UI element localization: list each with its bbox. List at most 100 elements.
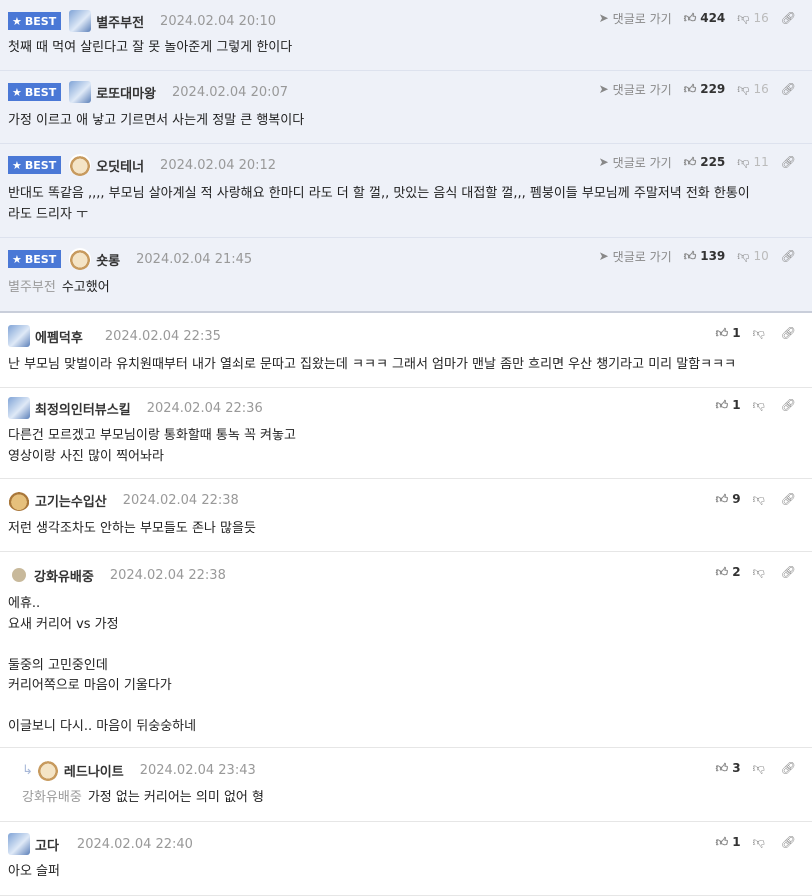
link-icon: 🔗︎ bbox=[780, 565, 796, 579]
author-nickname[interactable]: 별주부전 bbox=[96, 12, 144, 31]
author-nickname[interactable]: 고다 bbox=[35, 835, 59, 854]
comment: 강화유배중 2024.02.04 22:38 👍︎ 2 👎︎ 🔗︎ 에휴.. 요새… bbox=[0, 552, 812, 748]
thumbs-down-icon: 👎︎ bbox=[737, 10, 750, 25]
avatar[interactable] bbox=[36, 759, 59, 781]
goto-comment-link[interactable]: ➤ 댓글로 가기 bbox=[599, 154, 672, 171]
dislike-button[interactable]: 👎︎ bbox=[753, 835, 769, 850]
best-badge-label: BEST bbox=[24, 158, 57, 172]
like-button[interactable]: 👍︎ 225 bbox=[684, 155, 726, 170]
share-link-button[interactable]: 🔗︎ bbox=[781, 249, 800, 263]
avatar[interactable] bbox=[69, 81, 92, 103]
author-nickname[interactable]: 레드나이트 bbox=[64, 761, 124, 780]
like-button[interactable]: 👍︎ 3 bbox=[716, 761, 741, 776]
avatar[interactable] bbox=[8, 325, 30, 347]
share-link-button[interactable]: 🔗︎ bbox=[781, 398, 800, 412]
share-link-button[interactable]: 🔗︎ bbox=[781, 82, 800, 96]
send-icon: ➤ bbox=[598, 249, 609, 263]
dislike-button[interactable]: 👎︎ 10 bbox=[737, 249, 768, 264]
avatar[interactable] bbox=[12, 568, 26, 582]
dislike-button[interactable]: 👎︎ 16 bbox=[737, 11, 768, 26]
dislike-button[interactable]: 👎︎ bbox=[753, 761, 769, 776]
dislike-button[interactable]: 👎︎ bbox=[753, 492, 769, 507]
share-link-button[interactable]: 🔗︎ bbox=[781, 155, 800, 169]
comment-line: 영상이랑 사진 많이 찍어놔라 bbox=[8, 448, 164, 464]
comment-text: 다른건 모르겠고 부모님이랑 통화할때 통녹 꼭 켜놓고 영상이랑 사진 많이 … bbox=[8, 426, 296, 467]
like-button[interactable]: 👍︎ 139 bbox=[684, 249, 726, 264]
goto-comment-link[interactable]: ➤ 댓글로 가기 bbox=[599, 81, 672, 98]
like-count: 2 bbox=[732, 565, 741, 579]
goto-comment-link[interactable]: ➤ 댓글로 가기 bbox=[599, 10, 672, 27]
like-button[interactable]: 👍︎ 1 bbox=[716, 835, 741, 850]
share-link-button[interactable]: 🔗︎ bbox=[781, 11, 800, 25]
comment-text: 아오 슬퍼 bbox=[8, 864, 60, 879]
avatar[interactable] bbox=[69, 154, 92, 176]
comment-text: 별주부전 수고했어 bbox=[8, 278, 110, 299]
dislike-button[interactable]: 👎︎ bbox=[753, 326, 769, 341]
avatar[interactable] bbox=[8, 489, 30, 511]
share-link-button[interactable]: 🔗︎ bbox=[781, 565, 800, 579]
comment-line: 에휴.. bbox=[8, 596, 41, 611]
author-nickname[interactable]: 최정의인터뷰스킬 bbox=[35, 399, 131, 418]
link-icon: 🔗︎ bbox=[780, 398, 796, 412]
best-comment: ★ BEST 로또대마왕 2024.02.04 20:07 ➤ 댓글로 가기 👍︎ 2… bbox=[0, 71, 812, 144]
comment-text: 강화유배중 가정 없는 커리어는 의미 없어 형 bbox=[22, 788, 264, 809]
comment-text: 난 부모님 맞벌이라 유치원때부터 내가 열쇠로 문따고 집왔는데 ㅋㅋㅋ 그래… bbox=[8, 357, 737, 372]
avatar[interactable] bbox=[69, 248, 92, 270]
star-icon: ★ bbox=[12, 158, 22, 172]
comment-date: 2024.02.04 23:43 bbox=[139, 762, 256, 778]
thumbs-down-icon: 👎︎ bbox=[752, 491, 765, 506]
reply-comment: ↳ 레드나이트 2024.02.04 23:43 👍︎ 3 👎︎ 🔗︎ 강화유배중… bbox=[0, 748, 812, 822]
author-nickname[interactable]: 오딧테너 bbox=[96, 156, 144, 175]
like-count: 229 bbox=[700, 82, 726, 96]
share-link-button[interactable]: 🔗︎ bbox=[781, 492, 800, 506]
author-nickname[interactable]: 강화유배중 bbox=[34, 566, 94, 585]
share-link-button[interactable]: 🔗︎ bbox=[781, 326, 800, 340]
thumbs-up-icon: 👍︎ bbox=[715, 491, 729, 506]
share-link-button[interactable]: 🔗︎ bbox=[781, 761, 800, 775]
like-button[interactable]: 👍︎ 424 bbox=[684, 11, 726, 26]
share-link-button[interactable]: 🔗︎ bbox=[781, 835, 800, 849]
link-icon: 🔗︎ bbox=[780, 326, 796, 340]
like-count: 139 bbox=[700, 249, 726, 263]
like-button[interactable]: 👍︎ 1 bbox=[716, 326, 741, 341]
comment-date: 2024.02.04 21:45 bbox=[136, 251, 253, 267]
reply-target-nickname[interactable]: 별주부전 bbox=[8, 280, 56, 295]
avatar[interactable] bbox=[8, 397, 30, 419]
avatar[interactable] bbox=[8, 833, 30, 855]
comment-date: 2024.02.04 20:10 bbox=[160, 13, 277, 29]
dislike-button[interactable]: 👎︎ 11 bbox=[737, 155, 768, 170]
link-icon: 🔗︎ bbox=[780, 11, 796, 25]
author-nickname[interactable]: 로또대마왕 bbox=[96, 83, 156, 102]
goto-comment-label: 댓글로 가기 bbox=[612, 11, 672, 26]
comment-date: 2024.02.04 22:38 bbox=[122, 492, 239, 508]
comment-date: 2024.02.04 22:35 bbox=[104, 328, 221, 344]
reply-target-nickname[interactable]: 강화유배중 bbox=[22, 790, 82, 805]
like-button[interactable]: 👍︎ 1 bbox=[716, 398, 741, 413]
avatar[interactable] bbox=[69, 10, 92, 32]
dislike-count: 16 bbox=[753, 82, 769, 96]
like-count: 1 bbox=[732, 398, 741, 412]
goto-comment-link[interactable]: ➤ 댓글로 가기 bbox=[599, 248, 672, 265]
comment-text: 가정 이르고 애 낳고 기르면서 사는게 정말 큰 행복이다 bbox=[8, 113, 305, 128]
author-nickname[interactable]: 숏롱 bbox=[96, 250, 120, 269]
dislike-button[interactable]: 👎︎ bbox=[753, 565, 769, 580]
send-icon: ➤ bbox=[598, 11, 609, 25]
like-count: 225 bbox=[700, 155, 726, 169]
author-nickname[interactable]: 에펨덕후 bbox=[35, 327, 83, 346]
dislike-button[interactable]: 👎︎ bbox=[753, 398, 769, 413]
thumbs-up-icon: 👍︎ bbox=[683, 154, 697, 169]
comment-date: 2024.02.04 22:36 bbox=[146, 400, 263, 416]
like-button[interactable]: 👍︎ 229 bbox=[684, 82, 726, 97]
dislike-button[interactable]: 👎︎ 16 bbox=[737, 82, 768, 97]
best-badge-label: BEST bbox=[24, 252, 57, 266]
like-button[interactable]: 👍︎ 2 bbox=[716, 565, 741, 580]
like-count: 424 bbox=[700, 11, 726, 25]
best-comment: ★ BEST 오딧테너 2024.02.04 20:12 ➤ 댓글로 가기 👍︎ 22… bbox=[0, 144, 812, 238]
comment-line: 반대도 똑같음 ,,,, 부모님 살아계실 적 사랑해요 한마디 라도 더 할 … bbox=[8, 186, 750, 201]
dislike-count: 16 bbox=[753, 11, 769, 25]
comment-line: 커리어쪽으로 마음이 기울다가 bbox=[8, 678, 172, 693]
thumbs-up-icon: 👍︎ bbox=[715, 397, 729, 412]
like-button[interactable]: 👍︎ 9 bbox=[716, 492, 741, 507]
best-badge: ★ BEST bbox=[8, 83, 62, 101]
author-nickname[interactable]: 고기는수입산 bbox=[35, 491, 107, 510]
